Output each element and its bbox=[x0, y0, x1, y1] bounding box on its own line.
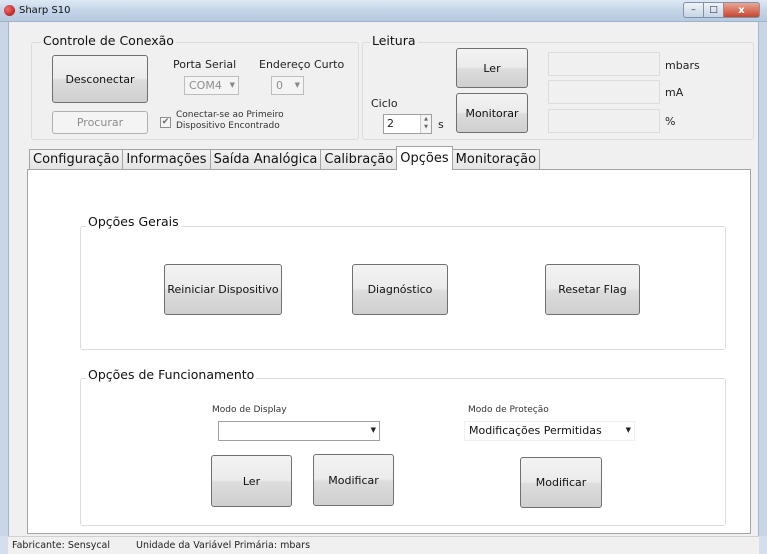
status-manufacturer: Fabricante: Sensycal bbox=[12, 540, 110, 551]
display-mode-label: Modo de Display bbox=[212, 405, 287, 415]
tab-configuracao[interactable]: Configuração bbox=[29, 149, 124, 170]
tab-informacoes[interactable]: Informações bbox=[122, 149, 211, 170]
pressure-readout bbox=[548, 52, 660, 76]
pressure-unit: mbars bbox=[665, 59, 700, 72]
tab-calibracao[interactable]: Calibração bbox=[320, 149, 398, 170]
short-address-label: Endereço Curto bbox=[259, 58, 345, 71]
chevron-down-icon: ▼ bbox=[294, 81, 300, 89]
maximize-icon[interactable]: □ bbox=[704, 2, 724, 18]
reset-flag-button[interactable]: Resetar Flag bbox=[545, 264, 640, 315]
connect-first-label-line1: Conectar-se ao Primeiro bbox=[176, 110, 284, 120]
status-bar: Fabricante: Sensycal Unidade da Variável… bbox=[8, 536, 759, 554]
percent-readout bbox=[548, 109, 660, 133]
connect-first-label-line2: Dispositivo Encontrado bbox=[176, 121, 280, 131]
chevron-down-icon: ▼ bbox=[625, 426, 631, 434]
chevron-down-icon: ▼ bbox=[229, 81, 235, 89]
reading-group-title: Leitura bbox=[370, 33, 418, 48]
diagnostic-button[interactable]: Diagnóstico bbox=[352, 264, 448, 315]
short-address-value: 0 bbox=[276, 79, 283, 92]
serial-port-select[interactable]: COM4 ▼ bbox=[184, 76, 239, 95]
percent-unit: % bbox=[665, 115, 676, 128]
connection-group-title: Controle de Conexão bbox=[41, 33, 176, 48]
tab-saida-analogica[interactable]: Saída Analógica bbox=[209, 149, 322, 170]
cycle-spinner[interactable]: 2 ▲ ▼ bbox=[383, 114, 432, 134]
minimize-icon[interactable]: – bbox=[683, 2, 704, 18]
spinner-arrows-icon[interactable]: ▲ ▼ bbox=[420, 115, 431, 133]
protection-modify-button[interactable]: Modificar bbox=[520, 457, 602, 508]
window-controls: – □ x bbox=[683, 2, 760, 18]
protection-mode-value: Modificações Permitidas bbox=[469, 424, 602, 437]
tab-strip: Configuração Informações Saída Analógica… bbox=[29, 146, 541, 170]
options-tab-panel: Opções Gerais Reiniciar Dispositivo Diag… bbox=[27, 169, 751, 534]
disconnect-button[interactable]: Desconectar bbox=[52, 55, 148, 103]
read-button[interactable]: Ler bbox=[456, 48, 528, 88]
search-button[interactable]: Procurar bbox=[52, 111, 148, 134]
operation-options-group bbox=[80, 378, 726, 526]
checkmark-icon: ✔ bbox=[161, 117, 170, 127]
restart-device-button[interactable]: Reiniciar Dispositivo bbox=[164, 264, 282, 315]
monitor-button[interactable]: Monitorar bbox=[456, 93, 528, 133]
general-options-title: Opções Gerais bbox=[86, 214, 181, 229]
short-address-select[interactable]: 0 ▼ bbox=[271, 76, 304, 95]
display-mode-select[interactable]: ▼ bbox=[218, 421, 380, 441]
app-icon bbox=[4, 5, 15, 16]
close-icon[interactable]: x bbox=[724, 2, 760, 18]
connect-first-checkbox[interactable]: ✔ bbox=[160, 117, 171, 128]
cycle-label: Ciclo bbox=[371, 97, 398, 110]
tab-monitoracao[interactable]: Monitoração bbox=[451, 149, 541, 170]
display-modify-button[interactable]: Modificar bbox=[313, 454, 394, 506]
current-unit: mA bbox=[665, 86, 684, 99]
status-primary-unit: Unidade da Variável Primária: mbars bbox=[136, 540, 311, 551]
cycle-unit: s bbox=[438, 118, 444, 131]
display-read-button[interactable]: Ler bbox=[211, 455, 292, 507]
protection-mode-select[interactable]: Modificações Permitidas ▼ bbox=[464, 421, 635, 441]
window-title: Sharp S10 bbox=[19, 5, 71, 16]
current-readout bbox=[548, 80, 660, 104]
cycle-value: 2 bbox=[387, 117, 394, 130]
tab-opcoes[interactable]: Opções bbox=[396, 146, 453, 170]
protection-mode-label: Modo de Proteção bbox=[468, 405, 549, 415]
serial-port-label: Porta Serial bbox=[173, 58, 237, 71]
operation-options-title: Opções de Funcionamento bbox=[86, 367, 257, 382]
serial-port-value: COM4 bbox=[189, 79, 222, 92]
chevron-down-icon: ▼ bbox=[370, 426, 376, 434]
title-bar: Sharp S10 – □ x bbox=[0, 0, 767, 22]
